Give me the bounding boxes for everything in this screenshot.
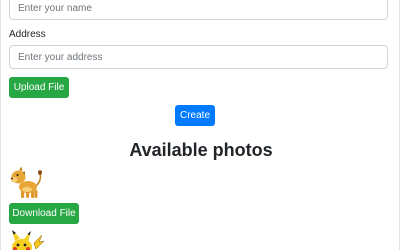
lion-leg (26, 191, 30, 198)
upload-file-button[interactable]: Upload File (9, 77, 69, 98)
name-input[interactable] (9, 0, 388, 20)
lion-tail-tuft (38, 170, 42, 175)
lion-leg (34, 190, 38, 198)
pikachu-tail (33, 234, 45, 250)
lion-nose (11, 177, 13, 180)
available-photos-heading: Available photos (129, 140, 273, 160)
create-button[interactable]: Create (175, 105, 215, 126)
lion-ear (19, 166, 23, 171)
address-label: Address (9, 29, 46, 40)
pikachu-eye (23, 243, 27, 247)
lion-eye (16, 174, 19, 176)
download-file-button[interactable]: Download File (9, 203, 79, 224)
lion-leg (31, 191, 35, 198)
lion-cartoon-image (10, 166, 42, 198)
address-input[interactable] (9, 45, 388, 69)
page-frame: Address Upload File Create Available pho… (0, 0, 400, 250)
lion-belly (22, 187, 32, 192)
lion-tail (35, 172, 42, 187)
pikachu-eye (16, 243, 20, 247)
pikachu-cartoon-image (12, 230, 45, 250)
